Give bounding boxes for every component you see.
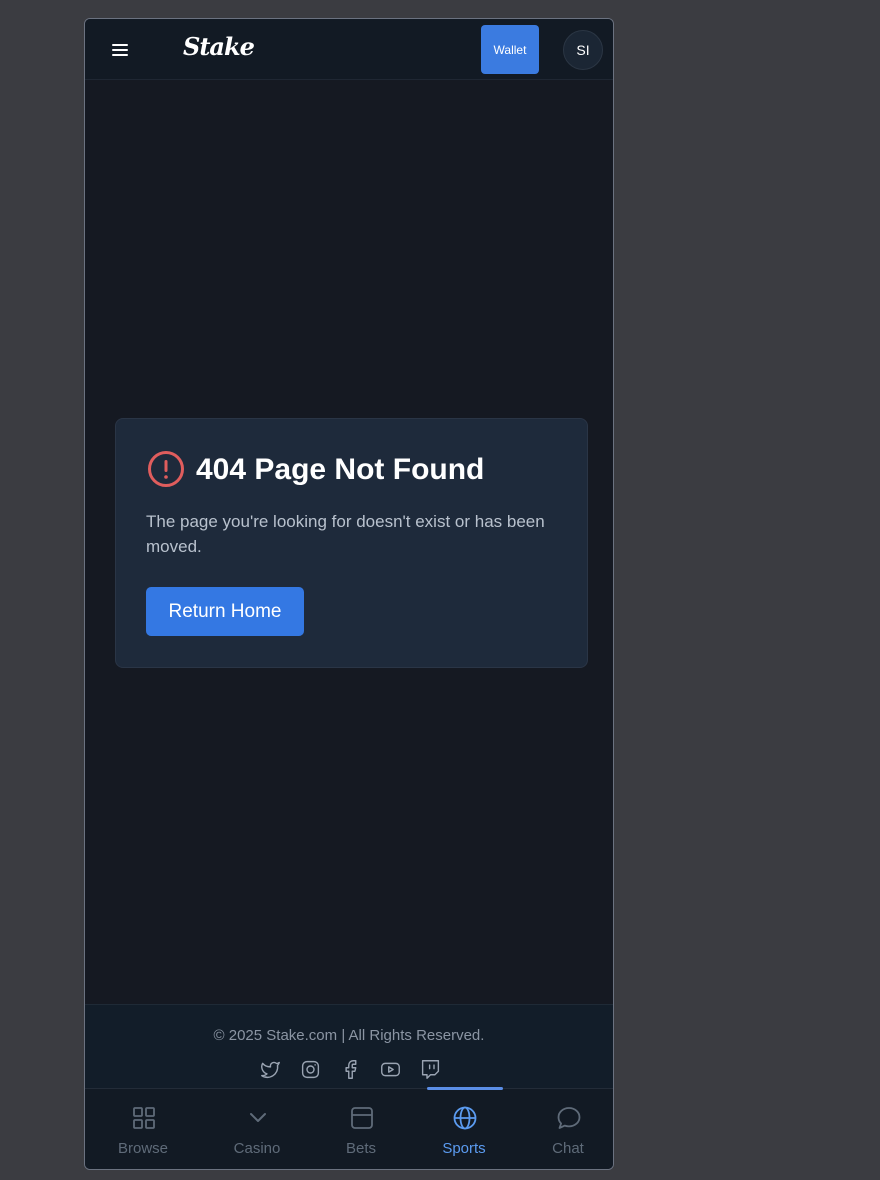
alert-circle-icon: [148, 451, 184, 487]
chevron-down-icon: [250, 1113, 266, 1122]
nav-label-sports: Sports: [442, 1140, 486, 1157]
globe-icon: [453, 1106, 477, 1130]
app-frame: Stake Wallet SI 404 Page Not Found The p…: [84, 18, 614, 1170]
stake-logo[interactable]: Stake: [183, 32, 255, 61]
bottom-navigation: Browse Casino Bets Sports Chat: [85, 1087, 613, 1169]
nav-label-chat: Chat: [552, 1140, 584, 1157]
twitch-icon[interactable]: [420, 1059, 441, 1080]
youtube-icon[interactable]: [380, 1059, 401, 1080]
social-links: [260, 1059, 441, 1080]
footer: © 2025 Stake.com | All Rights Reserved.: [85, 1004, 613, 1088]
twitter-icon[interactable]: [260, 1059, 281, 1080]
nav-sports[interactable]: Sports: [419, 1089, 509, 1169]
hamburger-menu-icon[interactable]: [110, 41, 130, 59]
wallet-button[interactable]: Wallet: [481, 25, 539, 74]
error-message: The page you're looking for doesn't exis…: [146, 512, 545, 556]
nav-casino[interactable]: Casino: [212, 1089, 302, 1169]
betslip-icon: [351, 1107, 373, 1129]
error-title: 404 Page Not Found: [196, 453, 485, 486]
nav-label-casino: Casino: [233, 1140, 281, 1157]
nav-label-bets: Bets: [345, 1140, 376, 1157]
user-avatar[interactable]: SI: [563, 30, 603, 70]
nav-label-browse: Browse: [117, 1140, 169, 1157]
nav-bets[interactable]: Bets: [316, 1089, 406, 1169]
error-card: 404 Page Not Found The page you're looki…: [115, 418, 588, 668]
facebook-icon[interactable]: [340, 1059, 361, 1080]
instagram-icon[interactable]: [300, 1059, 321, 1080]
copyright-text: © 2025 Stake.com | All Rights Reserved.: [213, 1027, 485, 1044]
grid-icon: [133, 1107, 155, 1129]
return-home-button[interactable]: Return Home: [146, 587, 304, 636]
chat-bubble-icon: [557, 1107, 581, 1129]
top-bar: Stake Wallet SI: [85, 19, 613, 80]
nav-chat[interactable]: Chat: [523, 1089, 613, 1169]
nav-browse[interactable]: Browse: [98, 1089, 188, 1169]
